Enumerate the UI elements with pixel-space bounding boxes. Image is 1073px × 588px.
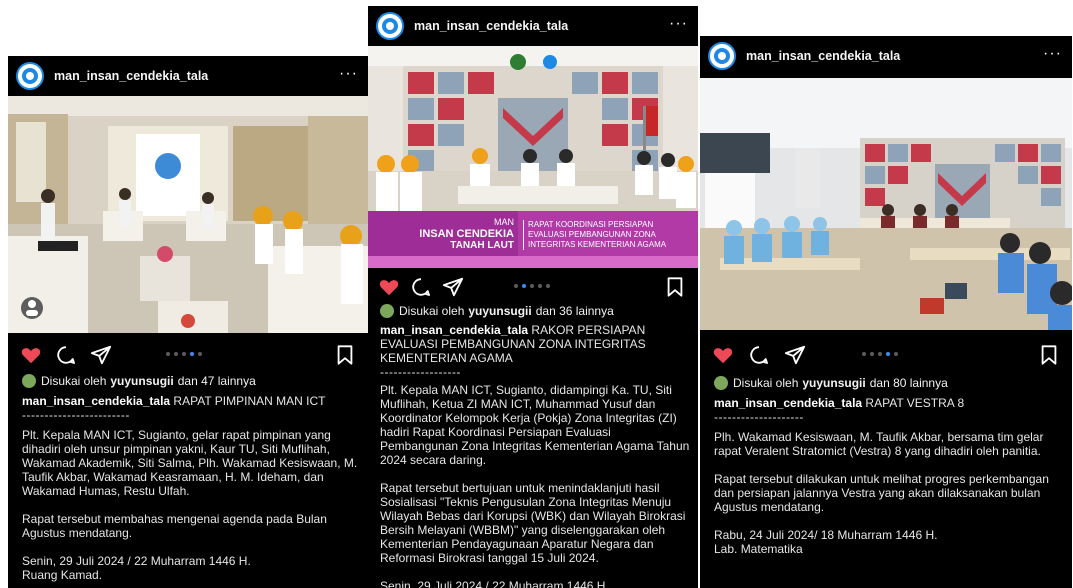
action-bar bbox=[8, 340, 368, 368]
caption-title: RAPAT VESTRA 8 bbox=[865, 396, 965, 410]
liked-by-suffix[interactable]: dan 80 lainnya bbox=[870, 376, 948, 390]
more-icon[interactable]: ··· bbox=[339, 66, 358, 82]
liker-avatar bbox=[380, 304, 394, 318]
post-photo-zoom-meeting[interactable]: MAN INSAN CENDEKIA TANAH LAUT RAPAT KOOR… bbox=[368, 46, 698, 268]
avatar[interactable] bbox=[16, 62, 44, 90]
heart-icon[interactable] bbox=[712, 344, 734, 366]
more-icon[interactable]: ··· bbox=[669, 16, 688, 32]
liked-by-user[interactable]: yuyunsugii bbox=[468, 304, 531, 318]
carousel-dots bbox=[514, 284, 550, 288]
post-photo-lab-meeting[interactable] bbox=[700, 78, 1072, 330]
share-icon[interactable] bbox=[442, 276, 464, 298]
caption-date-location: Senin, 29 Juli 2024 / 22 Muharram 1446 H… bbox=[380, 579, 609, 588]
carousel-dots bbox=[166, 352, 202, 356]
caption-paragraph: Plt. Kepala MAN ICT, Sugianto, didamping… bbox=[380, 383, 690, 467]
caption-date-location: Rabu, 24 Juli 2024/ 18 Muharram 1446 H. … bbox=[714, 528, 938, 556]
caption: man_insan_cendekia_tala RAKOR PERSIAPAN … bbox=[380, 323, 692, 588]
post-2: man_insan_cendekia_tala ··· MAN INSAN CE… bbox=[368, 6, 698, 588]
comment-icon[interactable] bbox=[55, 344, 77, 366]
banner-title: MAN INSAN CENDEKIA TANAH LAUT bbox=[374, 216, 514, 252]
comment-icon[interactable] bbox=[748, 344, 770, 366]
caption-title: RAPAT PIMPINAN MAN ICT bbox=[173, 394, 326, 408]
post-photo-meeting-room[interactable] bbox=[8, 96, 368, 333]
caption-separator: ------------------ bbox=[380, 365, 461, 379]
liked-by-suffix[interactable]: dan 47 lainnya bbox=[178, 374, 256, 388]
heart-icon[interactable] bbox=[20, 344, 42, 366]
share-icon[interactable] bbox=[90, 344, 112, 366]
action-bar bbox=[700, 340, 1072, 368]
banner-line: MAN bbox=[494, 217, 514, 227]
liked-by[interactable]: Disukai oleh yuyunsugii dan 47 lainnya bbox=[22, 374, 256, 388]
post-header: man_insan_cendekia_tala ··· bbox=[368, 6, 698, 46]
liker-avatar bbox=[22, 374, 36, 388]
caption-separator: ------------------------ bbox=[22, 408, 130, 422]
action-bar bbox=[368, 272, 698, 300]
liked-by-user[interactable]: yuyunsugii bbox=[802, 376, 865, 390]
post-header: man_insan_cendekia_tala ··· bbox=[700, 36, 1072, 76]
avatar[interactable] bbox=[708, 42, 736, 70]
caption: man_insan_cendekia_tala RAPAT PIMPINAN M… bbox=[22, 394, 358, 582]
caption-username[interactable]: man_insan_cendekia_tala bbox=[22, 394, 170, 408]
liked-by[interactable]: Disukai oleh yuyunsugii dan 80 lainnya bbox=[714, 376, 948, 390]
comment-icon[interactable] bbox=[410, 276, 432, 298]
liked-by-prefix: Disukai oleh bbox=[399, 304, 465, 318]
post-3: man_insan_cendekia_tala ··· Disukai oleh… bbox=[700, 36, 1072, 588]
post-1: man_insan_cendekia_tala ··· Disukai oleh… bbox=[8, 56, 368, 588]
liker-avatar bbox=[714, 376, 728, 390]
liked-by[interactable]: Disukai oleh yuyunsugii dan 36 lainnya bbox=[380, 304, 614, 318]
username[interactable]: man_insan_cendekia_tala bbox=[414, 19, 568, 33]
share-icon[interactable] bbox=[784, 344, 806, 366]
caption-paragraph: Plh. Wakamad Kesiswaan, M. Taufik Akbar,… bbox=[714, 430, 1044, 458]
caption-paragraph: Rapat tersebut membahas mengenai agenda … bbox=[22, 512, 327, 540]
liked-by-user[interactable]: yuyunsugii bbox=[110, 374, 173, 388]
bookmark-icon[interactable] bbox=[1038, 344, 1060, 366]
caption-paragraph: Rapat tersebut bertujuan untuk menindakl… bbox=[380, 481, 686, 565]
liked-by-prefix: Disukai oleh bbox=[733, 376, 799, 390]
bookmark-icon[interactable] bbox=[334, 344, 356, 366]
heart-icon[interactable] bbox=[378, 276, 400, 298]
liked-by-prefix: Disukai oleh bbox=[41, 374, 107, 388]
caption-paragraph: Rapat tersebut dilakukan untuk melihat p… bbox=[714, 472, 1049, 514]
bookmark-icon[interactable] bbox=[664, 276, 686, 298]
liked-by-suffix[interactable]: dan 36 lainnya bbox=[536, 304, 614, 318]
banner-subtitle: RAPAT KOORDINASI PERSIAPAN EVALUASI PEMB… bbox=[523, 220, 688, 250]
caption-username[interactable]: man_insan_cendekia_tala bbox=[380, 323, 528, 337]
caption-username[interactable]: man_insan_cendekia_tala bbox=[714, 396, 862, 410]
carousel-dots bbox=[862, 352, 898, 356]
caption: man_insan_cendekia_tala RAPAT VESTRA 8 -… bbox=[714, 396, 1062, 556]
avatar[interactable] bbox=[376, 12, 404, 40]
caption-separator: -------------------- bbox=[714, 410, 804, 424]
username[interactable]: man_insan_cendekia_tala bbox=[746, 49, 900, 63]
more-icon[interactable]: ··· bbox=[1043, 46, 1062, 62]
username[interactable]: man_insan_cendekia_tala bbox=[54, 69, 208, 83]
post-header: man_insan_cendekia_tala ··· bbox=[8, 56, 368, 96]
banner-line: TANAH LAUT bbox=[450, 240, 514, 251]
banner-line: INSAN CENDEKIA bbox=[419, 228, 514, 240]
caption-date-location: Senin, 29 Juli 2024 / 22 Muharram 1446 H… bbox=[22, 554, 251, 582]
caption-paragraph: Plt. Kepala MAN ICT, Sugianto, gelar rap… bbox=[22, 428, 358, 498]
